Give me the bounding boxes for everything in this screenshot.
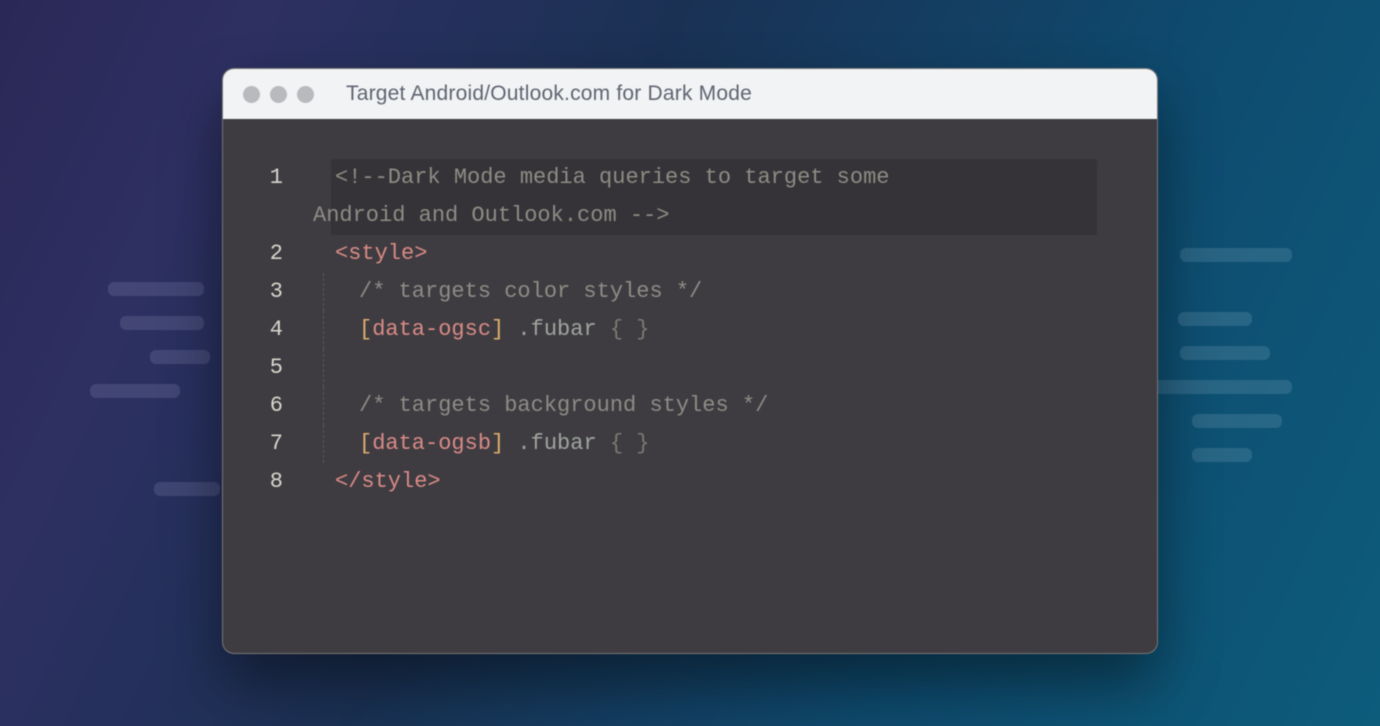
- code-token-tag: style: [361, 469, 427, 494]
- code-token-bracket: [: [359, 431, 372, 456]
- decoration-bar: [1180, 248, 1292, 262]
- code-line: [313, 349, 1117, 387]
- line-number-gutter: 1 2 3 4 5 6 7 8: [223, 159, 313, 501]
- code-token-punc: >: [427, 469, 440, 494]
- code-line: Android and Outlook.com -->: [313, 197, 1117, 235]
- code-token-brace: }: [636, 317, 649, 342]
- code-token-tag: style: [348, 241, 414, 266]
- line-number: 1: [223, 159, 283, 197]
- code-token-bracket: ]: [491, 431, 504, 456]
- code-line: </style>: [313, 463, 1117, 501]
- code-line: <!--Dark Mode media queries to target so…: [313, 159, 1117, 197]
- window-title: Target Android/Outlook.com for Dark Mode: [346, 82, 752, 106]
- code-token-punc: >: [414, 241, 427, 266]
- code-line: <style>: [313, 235, 1117, 273]
- code-token-comment: <!--Dark Mode media queries to target so…: [335, 165, 890, 190]
- code-token-brace: {: [610, 431, 636, 456]
- code-editor[interactable]: 1 2 3 4 5 6 7 8 <!--Dark Mode media quer…: [223, 119, 1157, 541]
- code-token-attr: data-ogsb: [372, 431, 491, 456]
- line-number: 6: [223, 387, 283, 425]
- indent-guide: [323, 349, 324, 387]
- decoration-bar: [1152, 380, 1292, 394]
- line-number: 3: [223, 273, 283, 311]
- code-area[interactable]: <!--Dark Mode media queries to target so…: [313, 159, 1117, 501]
- code-token-punc: </: [335, 469, 361, 494]
- code-token-comment: /* targets color styles */: [359, 279, 702, 304]
- code-token-bracket: [: [359, 317, 372, 342]
- code-line: /* targets background styles */: [313, 387, 1117, 425]
- code-token-brace: {: [610, 317, 636, 342]
- decoration-bar: [1178, 312, 1252, 326]
- decoration-bar: [1192, 448, 1252, 462]
- indent-guide: [323, 273, 324, 311]
- code-token-comment: /* targets background styles */: [359, 393, 768, 418]
- indent-guide: [323, 311, 324, 349]
- traffic-lights: [243, 86, 314, 103]
- code-token-selector: .fubar: [504, 431, 610, 456]
- decoration-bar: [1192, 414, 1282, 428]
- line-number: 5: [223, 349, 283, 387]
- decoration-bar: [154, 482, 220, 496]
- code-line: [data-ogsc] .fubar { }: [313, 311, 1117, 349]
- code-line: [data-ogsb] .fubar { }: [313, 425, 1117, 463]
- code-token-brace: }: [636, 431, 649, 456]
- decoration-bar: [1180, 346, 1270, 360]
- decoration-bar: [150, 350, 210, 364]
- zoom-icon[interactable]: [297, 86, 314, 103]
- line-number: 4: [223, 311, 283, 349]
- minimize-icon[interactable]: [270, 86, 287, 103]
- indent-guide: [323, 425, 324, 463]
- code-token-attr: data-ogsc: [372, 317, 491, 342]
- code-window: Target Android/Outlook.com for Dark Mode…: [222, 68, 1158, 654]
- decoration-bar: [120, 316, 204, 330]
- decoration-bar: [90, 384, 180, 398]
- line-number: 2: [223, 235, 283, 273]
- line-number: 8: [223, 463, 283, 501]
- indent-guide: [323, 387, 324, 425]
- code-token-selector: .fubar: [504, 317, 610, 342]
- decoration-bar: [108, 282, 204, 296]
- code-line: /* targets color styles */: [313, 273, 1117, 311]
- code-token-punc: <: [335, 241, 348, 266]
- code-token-comment: Android and Outlook.com -->: [313, 203, 669, 228]
- close-icon[interactable]: [243, 86, 260, 103]
- line-number: 7: [223, 425, 283, 463]
- window-titlebar: Target Android/Outlook.com for Dark Mode: [223, 69, 1157, 119]
- code-token-bracket: ]: [491, 317, 504, 342]
